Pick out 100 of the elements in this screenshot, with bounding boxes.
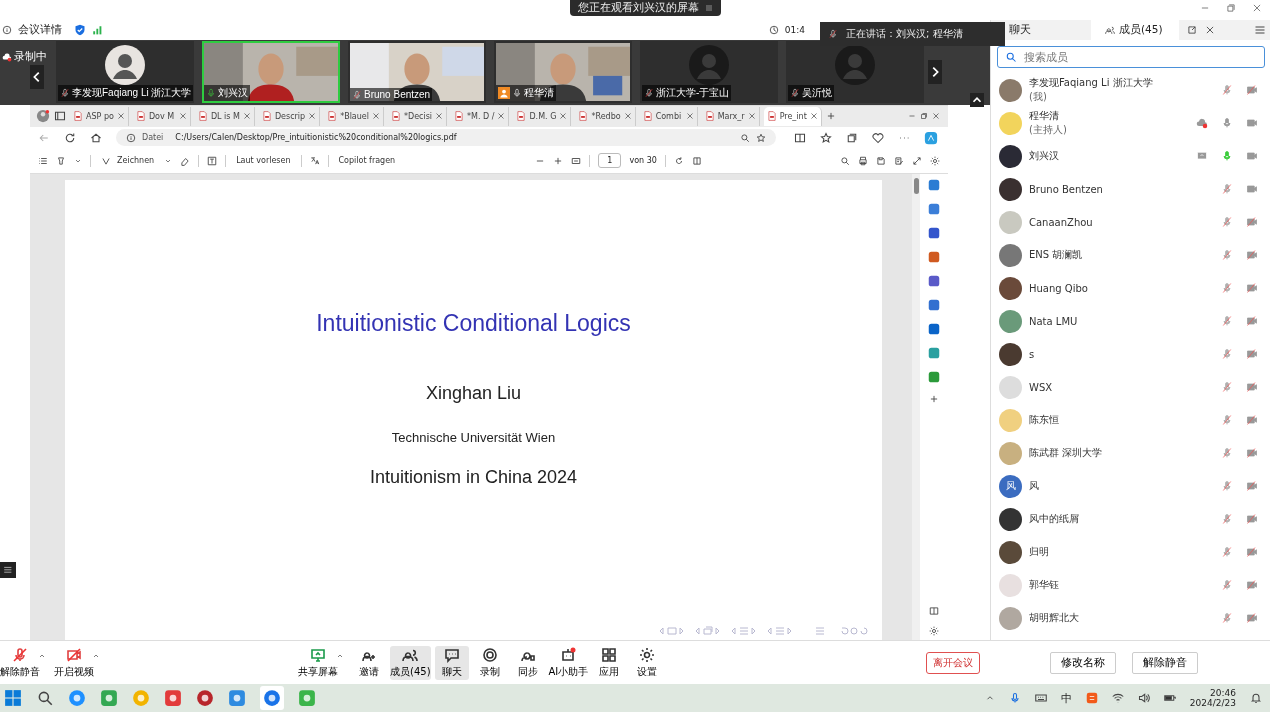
meeting-details-link[interactable]: 会议详情 [18,22,62,37]
close-icon[interactable] [623,112,632,121]
taskbar-clock[interactable]: 20:46 2024/2/23 [1189,688,1236,709]
panel-tab[interactable]: 成员(45) [1091,19,1179,40]
rotate-icon[interactable] [673,155,684,166]
microphone-icon[interactable] [1221,183,1233,196]
sidebar-app-icon[interactable] [927,177,941,192]
microphone-icon[interactable] [1221,513,1233,526]
input-method-indicator[interactable]: 中 [1060,690,1072,706]
refresh-button[interactable] [64,131,76,144]
toolbar-button[interactable]: AI小助手 [548,645,589,680]
sidebar-toggle-icon[interactable] [929,605,939,616]
close-button[interactable] [1252,3,1262,13]
taskbar-app-icon[interactable] [164,689,182,708]
browser-tab[interactable]: DL is M [194,106,255,126]
leave-meeting-button[interactable]: 离开会议 [926,651,980,674]
microphone-icon[interactable] [1221,546,1233,559]
microphone-icon[interactable] [1221,414,1233,427]
page-number-field[interactable]: 1 [598,153,622,169]
camera-icon[interactable] [1246,216,1258,229]
browser-tab[interactable]: ASP po [70,106,129,126]
close-icon[interactable] [497,112,506,121]
browser-tab[interactable]: *Redbo [575,106,636,126]
camera-icon[interactable] [1246,447,1258,460]
camera-icon[interactable] [1246,513,1258,526]
close-button[interactable] [932,112,940,121]
taskbar-app-icon[interactable] [260,686,284,711]
draw-button[interactable]: Zeichnen [99,155,157,166]
video-tile[interactable]: 程华清 [494,41,632,104]
microphone-icon[interactable] [1221,117,1233,130]
collections-icon[interactable] [846,131,858,144]
gear-icon[interactable] [930,155,940,166]
sidebar-app-icon[interactable] [927,249,941,264]
video-tile[interactable]: 刘兴汉 [202,41,340,104]
print-icon[interactable] [858,155,868,166]
copilot-icon[interactable] [924,130,938,145]
close-icon[interactable] [809,112,818,121]
camera-icon[interactable] [1246,249,1258,262]
maximize-button[interactable] [1226,3,1236,13]
close-button[interactable] [1205,24,1215,35]
save-icon[interactable] [876,155,886,166]
browser-tab[interactable]: *M. D / [451,106,510,126]
camera-icon[interactable] [1246,315,1258,328]
camera-icon[interactable] [1246,414,1258,427]
video-tile[interactable]: 吴沂悦 [786,41,924,104]
video-tile[interactable]: Bruno Bentzen [348,41,486,104]
toolbar-button[interactable]: 解除静音 [0,645,40,680]
taskbar-app-icon[interactable] [228,689,246,708]
camera-icon[interactable] [1246,348,1258,361]
microphone-icon[interactable] [1221,150,1233,163]
close-icon[interactable] [178,112,187,121]
camera-icon[interactable] [1246,183,1258,196]
eraser-icon[interactable] [180,155,191,166]
sidebar-app-icon[interactable] [927,225,941,240]
toolbar-button[interactable]: 邀请 [352,645,386,680]
camera-icon[interactable] [1246,612,1258,625]
page-view-icon[interactable] [691,155,702,166]
input-app-icon[interactable] [1085,692,1098,705]
recording-badge[interactable]: 录制中 [2,49,47,64]
taskbar-app-icon[interactable] [100,689,118,708]
menu-icon[interactable] [704,4,713,12]
toolbar-button[interactable]: 共享屏幕 [298,645,338,680]
add-icon[interactable] [929,393,939,404]
close-icon[interactable] [242,112,251,121]
zoom-in-button[interactable] [553,155,564,166]
fit-width-icon[interactable] [571,155,582,166]
profile-icon[interactable] [36,109,50,124]
close-icon[interactable] [685,112,694,121]
camera-icon[interactable] [1246,150,1258,163]
camera-icon[interactable] [1246,117,1258,130]
microphone-icon[interactable] [1221,84,1233,97]
volume-icon[interactable] [1137,692,1150,705]
translate-icon[interactable] [309,155,320,166]
video-tile[interactable]: 浙江大学-于宝山 [640,41,778,104]
search-field[interactable]: 搜索成员 [997,45,1265,68]
pop-out-icon[interactable] [1187,24,1197,35]
microphone-icon[interactable] [1221,315,1233,328]
sidebar-app-icon[interactable] [927,297,941,312]
panel-tab[interactable]: 聊天 [1007,19,1083,40]
microphone-icon[interactable] [1008,692,1021,705]
restore-button[interactable] [920,112,928,121]
microphone-icon[interactable] [1221,348,1233,361]
toolbar-button[interactable]: 聊天 [434,645,469,680]
camera-icon[interactable] [1246,84,1258,97]
new-tab-button[interactable] [825,111,836,122]
microphone-icon[interactable] [1221,612,1233,625]
copilot-button[interactable]: Copilot fragen [336,156,398,166]
microphone-icon[interactable] [1221,447,1233,460]
wifi-icon[interactable] [1111,692,1124,705]
search-icon[interactable] [840,155,850,166]
toolbar-button[interactable]: 成员(45) [390,645,431,680]
browser-tab[interactable]: Descrip [258,106,321,126]
microphone-icon[interactable] [1221,282,1233,295]
camera-icon[interactable] [1246,381,1258,394]
video-tile[interactable]: 李发现Faqiang Li 浙江大学 [56,41,194,104]
address-bar[interactable]: Datei C:/Users/Calen/Desktop/Pre_intuitionistic%20conditional%20logics.pdf [116,129,776,147]
camera-icon[interactable] [1246,480,1258,493]
sidebar-app-icon[interactable] [927,201,941,216]
close-icon[interactable] [308,112,317,121]
browser-tab[interactable]: Marx_r [701,106,760,126]
